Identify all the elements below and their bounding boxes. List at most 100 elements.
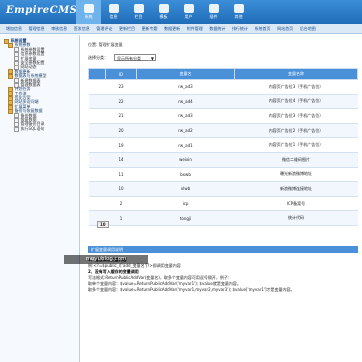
sidebar-tree: 系统设置 系统参数 系统参数设置 信息参数设置 扩展变量 安全参数配置 网站动态 数据更新 数据… [0, 35, 80, 362]
subnav-link[interactable]: 管理评论 [96, 26, 112, 32]
page-icon [14, 126, 19, 132]
cell-var-name: icp [136, 196, 235, 212]
table-row[interactable]: 19 rw_ad1 内容页广告位1（手机广告位） [88, 137, 358, 153]
usage-line: 取多个变量内容：$value=ReturnPublicAddVar('myvar… [88, 287, 295, 292]
sub-nav: 增加信息 管理信息 审核信息 签发信息 管理评论 更新栏目 更新专题 数据更新 … [0, 24, 362, 34]
table-row[interactable]: 22 rw_ad4 内容页广告位4（手机广告位） [88, 94, 358, 110]
top-header: EmpireCMS 系统 信息 栏目 模板 用户 插件 其他 [0, 0, 362, 24]
row-checkbox[interactable] [88, 196, 106, 212]
subnav-link[interactable]: 排行统计 [232, 26, 248, 32]
cell-id: 20 [105, 123, 137, 139]
cell-var-title: 曝光新浪微博地址 [234, 167, 358, 183]
cell-id: 1 [105, 210, 137, 226]
table-header: ID 变量名 变量名称 [88, 68, 358, 80]
cell-var-name: tongji [136, 210, 235, 226]
folder-icon [8, 73, 13, 79]
cell-var-name: rw_ad4 [136, 94, 235, 110]
column-header-check [88, 68, 106, 80]
cell-var-title: ICP备案号 [234, 196, 358, 212]
cell-var-title: 统计代码 [234, 210, 358, 226]
row-checkbox[interactable] [88, 94, 106, 110]
empirecms-logo[interactable]: EmpireCMS [6, 5, 77, 16]
breadcrumb: 位置: 管理扩展变量 [88, 42, 123, 47]
cell-id: 23 [105, 79, 137, 95]
cell-id: 21 [105, 108, 137, 124]
user-icon [183, 4, 194, 13]
system-icon [83, 4, 94, 13]
row-checkbox[interactable] [88, 137, 106, 153]
table-row[interactable]: 21 rw_ad3 内容页广告位3（手机广告位） [88, 108, 358, 124]
row-checkbox[interactable] [88, 123, 106, 139]
row-checkbox[interactable] [88, 108, 106, 124]
table-row[interactable]: 1 tongji 统计代码 [88, 210, 358, 226]
other-icon [233, 4, 244, 13]
pagination[interactable]: 10 [97, 221, 109, 228]
cell-var-title: 新浪微博连接地址 [234, 181, 358, 197]
top-nav: 系统 信息 栏目 模板 用户 插件 其他 [76, 0, 251, 24]
table-row[interactable]: 23 rw_ad3 内容页广告位3（手机广告位） [88, 79, 358, 95]
folder-icon [8, 43, 13, 49]
cell-var-name: rw_ad1 [136, 137, 235, 153]
table-row[interactable]: 14 weixin 微信二维码图片 [88, 152, 358, 168]
column-icon [133, 4, 144, 13]
subnav-link[interactable]: 审核信息 [51, 26, 67, 32]
cell-id: 22 [105, 94, 137, 110]
cell-var-title: 微信二维码图片 [234, 152, 358, 168]
topnav-plugin[interactable]: 插件 [201, 0, 226, 24]
column-header-id: ID [105, 68, 137, 80]
subnav-link[interactable]: 后台地图 [300, 26, 316, 32]
cell-var-name: xlwb [136, 181, 235, 197]
subnav-link[interactable]: 增加信息 [6, 26, 22, 32]
topnav-info[interactable]: 信息 [101, 0, 126, 24]
plugin-icon [208, 4, 219, 13]
variables-table: ID 变量名 变量名称 23 rw_ad3 内容页广告位3（手机广告位） 22 rw_a… [88, 68, 358, 226]
category-select[interactable]: 显示所有分类 ▼ [114, 53, 156, 61]
folder-icon [8, 108, 13, 114]
cell-var-name: bxwb [136, 167, 235, 183]
table-row[interactable]: 11 bxwb 曝光新浪微博地址 [88, 167, 358, 183]
subnav-link[interactable]: 更新栏目 [119, 26, 135, 32]
subnav-link[interactable]: 网站首页 [277, 26, 293, 32]
sidebar-item-label: 执行SQL语句 [20, 125, 45, 131]
subnav-link[interactable]: 系统首页 [255, 26, 271, 32]
topnav-column[interactable]: 栏目 [126, 0, 151, 24]
cell-var-title: 内容页广告位4（手机广告位） [234, 94, 358, 110]
cell-var-name: rw_ad2 [136, 123, 235, 139]
topnav-system[interactable]: 系统 [76, 0, 101, 24]
subnav-link[interactable]: 签发信息 [74, 26, 90, 32]
info-icon [108, 4, 119, 13]
cell-var-title: 内容页广告位1（手机广告位） [234, 137, 358, 153]
cell-var-name: rw_ad3 [136, 79, 235, 95]
table-row[interactable]: 2 icp ICP备案号 [88, 196, 358, 212]
cell-var-title: 内容页广告位3（手机广告位） [234, 108, 358, 124]
sidebar-item[interactable]: 执行SQL语句 [0, 125, 79, 132]
row-checkbox[interactable] [88, 152, 106, 168]
topnav-user[interactable]: 用户 [176, 0, 201, 24]
watermark: moyublog.com [64, 255, 148, 264]
category-label: 选择分类： [88, 55, 108, 60]
cell-id: 19 [105, 137, 137, 153]
cell-id: 10 [105, 181, 137, 197]
subnav-link[interactable]: 附件管理 [187, 26, 203, 32]
row-checkbox[interactable] [88, 79, 106, 95]
cell-id: 2 [105, 196, 137, 212]
table-row[interactable]: 20 rw_ad2 内容页广告位2（手机广告位） [88, 123, 358, 139]
row-checkbox[interactable] [88, 181, 106, 197]
topnav-other[interactable]: 其他 [226, 0, 251, 24]
subnav-link[interactable]: 数据更新 [164, 26, 180, 32]
column-header-var-title: 变量名称 [234, 68, 358, 80]
subnav-link[interactable]: 数据统计 [209, 26, 225, 32]
row-checkbox[interactable] [88, 167, 106, 183]
cell-var-title: 内容页广告位2（手机广告位） [234, 123, 358, 139]
subnav-link[interactable]: 更新专题 [142, 26, 158, 32]
table-row[interactable]: 10 xlwb 新浪微博连接地址 [88, 181, 358, 197]
cell-id: 11 [105, 167, 137, 183]
chevron-down-icon: ▼ [150, 55, 154, 61]
template-icon [158, 4, 169, 13]
cell-var-title: 内容页广告位3（手机广告位） [234, 79, 358, 95]
usage-panel-title: 扩展变量调用说明 [88, 246, 358, 253]
subnav-link[interactable]: 管理信息 [29, 26, 45, 32]
topnav-template[interactable]: 模板 [151, 0, 176, 24]
cell-var-name: weixin [136, 152, 235, 168]
cell-id: 14 [105, 152, 137, 168]
